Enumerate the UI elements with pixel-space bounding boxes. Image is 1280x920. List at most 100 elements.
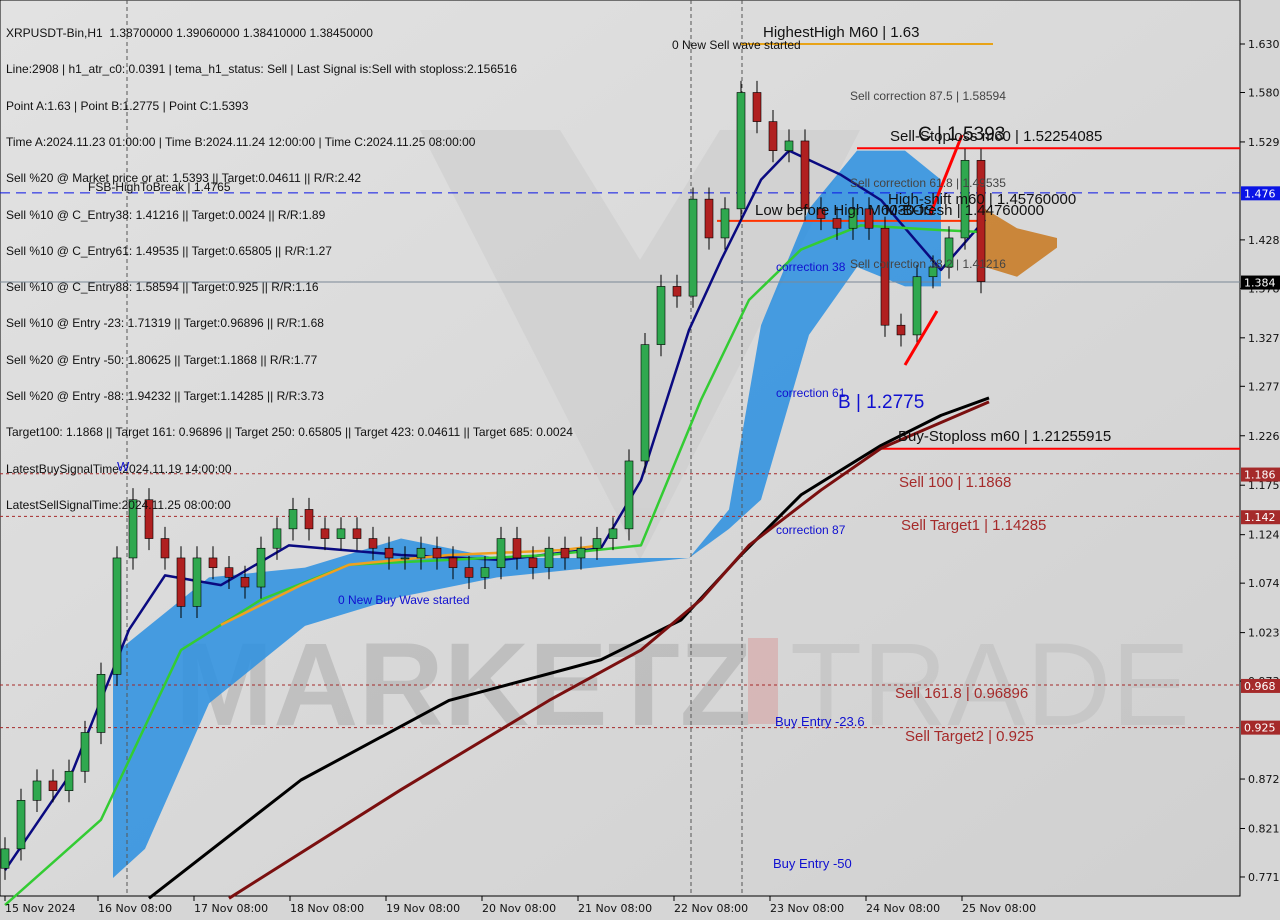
candle-body [736, 92, 746, 210]
time-tick-label: 20 Nov 08:00 [482, 902, 556, 915]
candle-body [784, 140, 794, 151]
new-buy-wave-label: 0 New Buy Wave started [338, 593, 470, 607]
candle-body [672, 286, 682, 297]
price-tag-label: 1.142 [1244, 511, 1276, 524]
wave-w-label: W [117, 459, 130, 474]
candle-body [192, 557, 202, 607]
candle-body [224, 567, 234, 578]
time-tick-label: 25 Nov 08:00 [962, 902, 1036, 915]
candle-body [400, 557, 410, 560]
price-tag-label: 1.384 [1244, 277, 1276, 290]
time-tick-label: 22 Nov 08:00 [674, 902, 748, 915]
candle [912, 265, 922, 347]
candle [656, 274, 666, 357]
price-tick-label: 1.023 [1248, 627, 1280, 640]
candle-body [560, 547, 570, 559]
candle-body [32, 780, 42, 801]
price-tick-label: 1.226 [1248, 430, 1280, 443]
price-tick-label: 0.821 [1248, 822, 1280, 835]
candle-body [256, 547, 266, 588]
candle-body [768, 121, 778, 151]
price-tick-label: 1.529 [1248, 136, 1280, 149]
candle-body [80, 732, 90, 772]
candle-body [160, 538, 170, 559]
time-tick-label: 21 Nov 08:00 [578, 902, 652, 915]
candle-body [912, 276, 922, 336]
price-tick-label: 1.580 [1248, 86, 1280, 99]
info-line: LatestBuySignalTime:2024.11.19 14:00:00 [6, 461, 232, 476]
candle-body [432, 547, 442, 559]
indicator-info-panel: XRPUSDT-Bin,H1 1.38700000 1.39060000 1.3… [6, 3, 573, 523]
sell-correction-875-label: Sell correction 87.5 | 1.58594 [850, 89, 1006, 103]
info-line: Target100: 1.1868 || Target 161: 0.96896… [6, 425, 573, 440]
buy-entry-50-label: Buy Entry -50 [773, 856, 852, 871]
price-tag-label: 1.476 [1244, 187, 1276, 200]
candle-body [704, 198, 714, 239]
time-tick-label: 16 Nov 08:00 [98, 902, 172, 915]
candle [688, 187, 698, 308]
correction-38-label: correction 38 [776, 260, 846, 274]
candle [96, 662, 106, 745]
candle [624, 449, 634, 541]
candle [736, 80, 746, 221]
candle-body [384, 547, 394, 559]
candle-body [272, 528, 282, 549]
highest-high-label: HighestHigh M60 | 1.63 [763, 24, 920, 41]
candle-body [512, 538, 522, 559]
info-line: Sell %10 @ C_Entry38: 1.41216 || Target:… [6, 207, 326, 222]
time-tick-label: 23 Nov 08:00 [770, 902, 844, 915]
candle-body [0, 848, 10, 869]
candle-body [176, 557, 186, 607]
m30-fresh-label: M30-fresh | 1.44760000 [885, 202, 1045, 219]
price-tag-label: 0.925 [1244, 722, 1276, 735]
candle-body [752, 92, 762, 122]
time-tick-label: 17 Nov 08:00 [194, 902, 268, 915]
sell-target2-label: Sell Target2 | 0.925 [905, 728, 1034, 745]
price-tick-label: 1.327 [1248, 332, 1280, 345]
candle [880, 216, 890, 337]
candle-body [576, 547, 586, 559]
candle-body [352, 528, 362, 539]
candle-body [592, 538, 602, 549]
price-tick-label: 0.771 [1248, 871, 1280, 884]
candle-body [16, 800, 26, 850]
info-line: XRPUSDT-Bin,H1 1.38700000 1.39060000 1.3… [6, 26, 373, 41]
sell-161-8-label: Sell 161.8 | 0.96896 [895, 685, 1029, 702]
info-line: Line:2908 | h1_atr_c0: 0.0391 | tema_h1_… [6, 62, 518, 77]
candle-body [528, 557, 538, 568]
candle-body [800, 140, 810, 210]
time-tick-label: 15 Nov 2024 [5, 902, 75, 915]
price-tick-label: 1.428 [1248, 234, 1280, 247]
point-c-label: C | 1.5393 [918, 124, 1006, 145]
price-tick-label: 1.124 [1248, 529, 1280, 542]
candle-body [720, 208, 730, 239]
sell-correction-618-label: Sell correction 61.8 | 1.49535 [850, 176, 1006, 190]
candle-body [208, 557, 218, 568]
info-line: Sell %10 @ C_Entry61: 1.49535 || Target:… [6, 243, 332, 258]
candle-body [112, 557, 122, 675]
correction-61-label: correction 61 [776, 386, 846, 400]
candle-body [448, 557, 458, 568]
candle-body [64, 770, 74, 791]
time-tick-label: 18 Nov 08:00 [290, 902, 364, 915]
candle [112, 546, 122, 686]
info-line: Sell %10 @ C_Entry88: 1.58594 || Target:… [6, 280, 319, 295]
candle-body [240, 577, 250, 588]
candle [640, 332, 650, 473]
info-line: Sell %20 @ Entry -88: 1.94232 || Target:… [6, 389, 324, 403]
price-tick-label: 1.630 [1248, 38, 1280, 51]
fsb-label: FSB-HighToBreak | 1.4765 [88, 180, 231, 194]
price-tick-label: 1.074 [1248, 577, 1280, 590]
candle-body [320, 528, 330, 539]
price-tag-label: 0.968 [1244, 680, 1276, 693]
info-line: Time A:2024.11.23 01:00:00 | Time B:2024… [6, 135, 476, 150]
price-tick-label: 1.277 [1248, 380, 1280, 393]
candle-body [832, 218, 842, 229]
candle-body [416, 547, 426, 559]
info-line: Sell %20 @ Entry -50: 1.80625 || Target:… [6, 352, 318, 367]
candle-body [48, 780, 58, 791]
sell-correction-382-label: Sell correction 38.2 | 1.41216 [850, 257, 1006, 271]
candle-body [624, 460, 634, 530]
candle-body [496, 538, 506, 568]
candle-body [336, 528, 346, 539]
